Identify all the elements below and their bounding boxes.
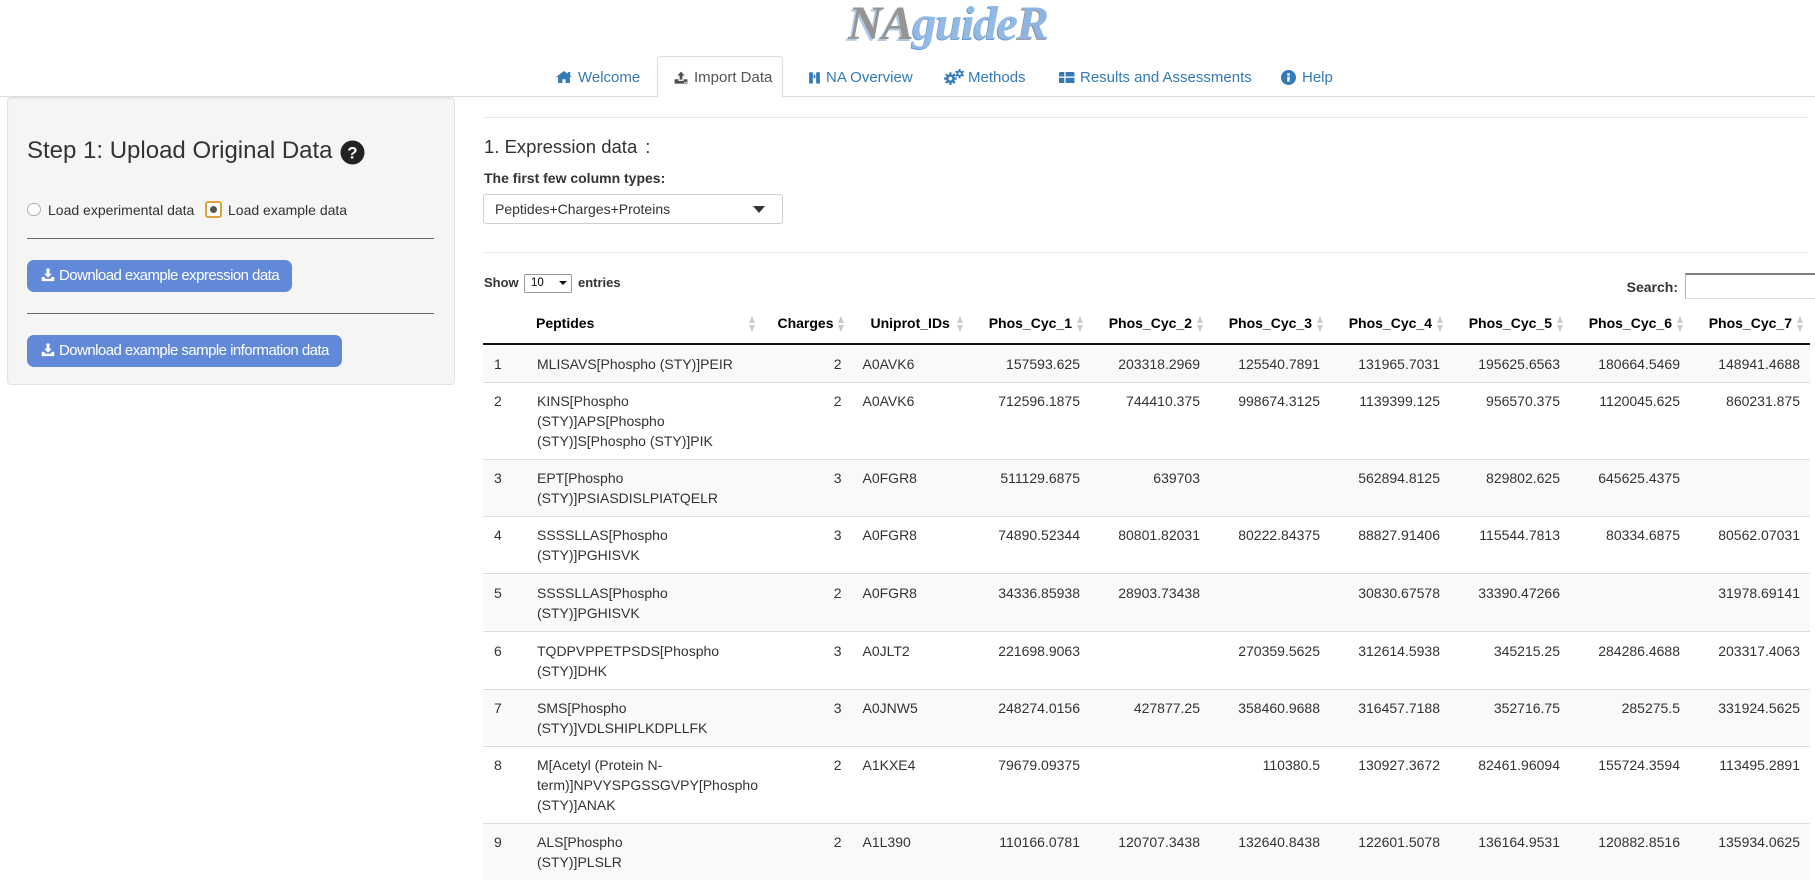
svg-text:?: ? — [347, 144, 357, 163]
